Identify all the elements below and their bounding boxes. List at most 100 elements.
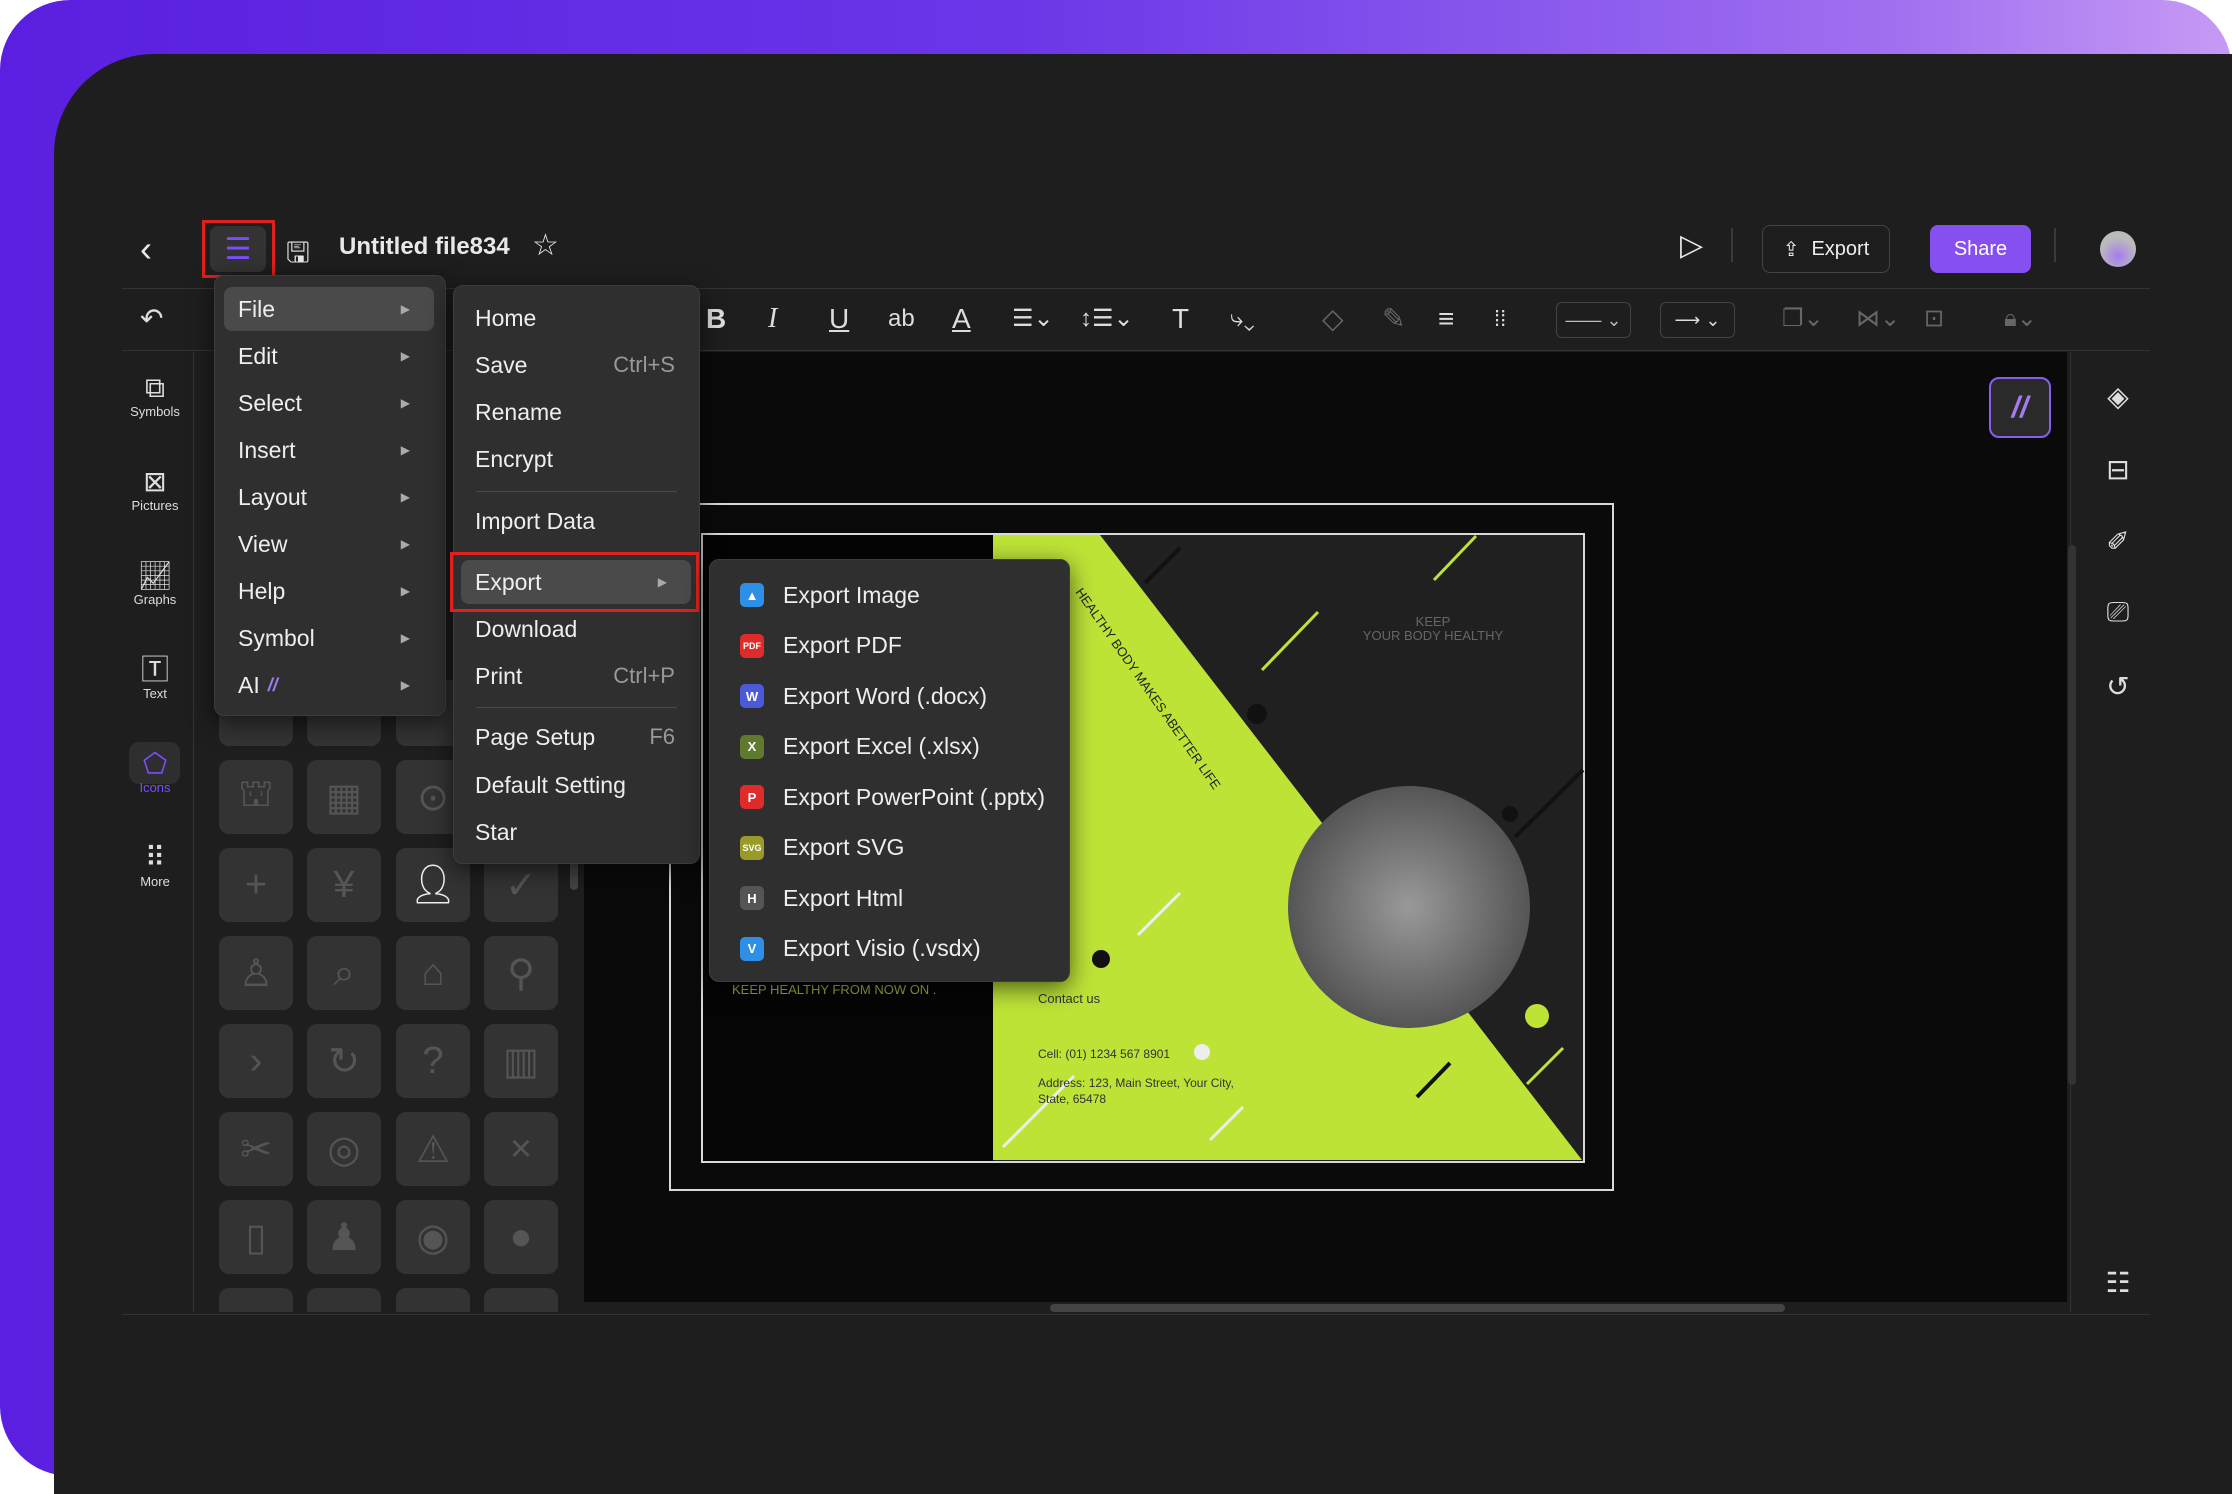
shortcut-label: F6 — [649, 724, 675, 749]
menu-item-label: Import Data — [475, 507, 596, 534]
menu-item-label: Rename — [475, 398, 562, 425]
cell-text: Cell: (01) 1234 567 8901 — [1038, 1047, 1170, 1061]
export-highlight-box — [450, 552, 699, 612]
menu-item-label: Export Excel (.xlsx) — [783, 733, 980, 759]
address-text: Address: 123, Main Street, Your City, — [1038, 1076, 1234, 1090]
ai-logo-icon: // — [2011, 390, 2029, 424]
menu-item-label: Export Visio (.vsdx) — [783, 935, 981, 961]
contact-text: Contact us — [1038, 991, 1101, 1006]
menu-item-label: Export PDF — [783, 632, 902, 658]
keep-text: KEEP — [1416, 614, 1451, 629]
file-menu-item-download[interactable]: Download — [454, 607, 699, 651]
export-image-icon: ▲ — [740, 583, 764, 607]
menu-item-label: Export Image — [783, 581, 920, 608]
settings-list-icon[interactable]: ☷ — [2102, 1266, 2134, 1299]
export-menu-item[interactable]: W Export Word (.docx) — [710, 674, 1069, 718]
export-excel-xlsx-icon: X — [740, 734, 764, 759]
deco-dot — [1502, 806, 1518, 822]
menu-item-label: Page Setup — [475, 723, 596, 750]
menu-item-label: Edit — [238, 342, 278, 369]
fill-bucket-icon[interactable]: ◈ — [2102, 380, 2134, 413]
gym-photo — [1288, 786, 1530, 1028]
submenu-arrow-icon: ▶ — [400, 678, 410, 692]
submenu-arrow-icon: ▶ — [400, 631, 410, 645]
menu-item-label: Star — [475, 818, 518, 845]
menu-item-label: Save — [475, 351, 528, 378]
file-menu-item-encrypt[interactable]: Encrypt — [454, 437, 699, 481]
menu-item-label: Help — [238, 577, 286, 604]
menu-item-layout[interactable]: Layout ▶ — [224, 475, 434, 519]
shortcut-label: Ctrl+P — [613, 663, 675, 688]
deco-dot — [1092, 950, 1110, 968]
menu-item-insert[interactable]: Insert ▶ — [224, 428, 434, 472]
theme-icon[interactable]: ✐ — [2102, 525, 2134, 558]
keep-healthy-text: KEEP HEALTHY FROM NOW ON . — [732, 982, 936, 997]
file-menu-item-star[interactable]: Star — [454, 810, 699, 854]
menu-item-label: Symbol — [238, 624, 315, 651]
export-menu-item[interactable]: V Export Visio (.vsdx) — [710, 927, 1069, 971]
menu-item-label: Encrypt — [475, 445, 553, 472]
menu-item-label: Export PowerPoint (.pptx) — [783, 783, 1046, 810]
menu-divider — [476, 491, 677, 492]
deco-dot — [1247, 704, 1267, 724]
export-menu-item[interactable]: H Export Html — [710, 876, 1069, 920]
menu-item-help[interactable]: Help ▶ — [224, 569, 434, 613]
export-menu-item[interactable]: ▲ Export Image — [710, 573, 1069, 617]
submenu-arrow-icon: ▶ — [400, 349, 410, 363]
menu-item-label: Select — [238, 389, 302, 416]
submenu-arrow-icon: ▶ — [400, 396, 410, 410]
menu-item-label: Download — [475, 615, 578, 642]
menu-item-label: File — [238, 295, 276, 322]
ai-assistant-button[interactable]: // — [1989, 377, 2051, 438]
menu-item-view[interactable]: View ▶ — [224, 522, 434, 566]
document-page[interactable]: HEALTHY BODY MAKES ABETTER LIFE KEEP YOU… — [0, 0, 2232, 1476]
submenu-arrow-icon: ▶ — [400, 584, 410, 598]
export-pdf-icon: PDF — [740, 633, 764, 658]
address-text: State, 65478 — [1038, 1092, 1106, 1106]
submenu-arrow-icon: ▶ — [400, 443, 410, 457]
export-submenu: ▲ Export Image PDF Export PDF W Export Word (… — [709, 559, 1070, 982]
menu-item-label: View — [238, 530, 288, 557]
export-visio-vsdx-icon: V — [740, 936, 764, 961]
export-menu-item[interactable]: PDF Export PDF — [710, 624, 1069, 668]
menu-divider — [476, 707, 677, 708]
page-settings-icon[interactable]: ⊟ — [2102, 453, 2134, 486]
export-menu-item[interactable]: X Export Excel (.xlsx) — [710, 725, 1069, 769]
menu-item-label: Export Word (.docx) — [783, 682, 988, 709]
submenu-arrow-icon: ▶ — [400, 490, 410, 504]
menu-item-ai[interactable]: AI // ▶ — [224, 663, 434, 707]
menu-item-label: Print — [475, 662, 523, 689]
file-menu-item-page-setup[interactable]: Page Setup F6 — [454, 715, 699, 759]
menu-item-label: Export SVG — [783, 834, 905, 860]
file-menu-item-home[interactable]: Home — [454, 296, 699, 340]
presentation-icon[interactable]: ⎚ — [2102, 596, 2134, 629]
export-word-docx-icon: W — [740, 684, 764, 708]
menu-item-label: AI — [238, 671, 260, 698]
menu-item-label: Home — [475, 304, 537, 331]
file-menu-item-save[interactable]: Save Ctrl+S — [454, 343, 699, 387]
file-menu-item-rename[interactable]: Rename — [454, 390, 699, 434]
menu-item-edit[interactable]: Edit ▶ — [224, 334, 434, 378]
menu-item-label: Insert — [238, 436, 296, 463]
export-menu-item[interactable]: P Export PowerPoint (.pptx) — [710, 775, 1069, 819]
export-html-icon: H — [740, 886, 764, 910]
export-menu-item[interactable]: SVG Export SVG — [710, 826, 1069, 870]
shortcut-label: Ctrl+S — [613, 352, 675, 377]
menu-item-file[interactable]: File ▶ — [224, 287, 434, 331]
deco-dot — [1525, 1004, 1549, 1028]
menu-item-label: Export Html — [783, 884, 904, 911]
deco-dot — [1194, 1044, 1210, 1060]
export-powerpoint-pptx-icon: P — [740, 785, 764, 809]
main-menu: File ▶ Edit ▶ Select ▶ Insert ▶ Layout ▶ View ▶ Help… — [214, 275, 446, 716]
history-icon[interactable]: ↺ — [2102, 670, 2134, 703]
submenu-arrow-icon: ▶ — [400, 537, 410, 551]
file-menu-item-print[interactable]: Print Ctrl+P — [454, 654, 699, 698]
your-body-text: YOUR BODY HEALTHY — [1363, 628, 1504, 643]
export-svg-icon: SVG — [740, 835, 764, 860]
menu-item-symbol[interactable]: Symbol ▶ — [224, 616, 434, 660]
menu-item-select[interactable]: Select ▶ — [224, 381, 434, 425]
file-menu-item-default-setting[interactable]: Default Setting — [454, 763, 699, 807]
menu-item-label: Default Setting — [475, 771, 626, 798]
menu-item-label: Layout — [238, 483, 308, 510]
file-menu-item-import-data[interactable]: Import Data — [454, 499, 699, 543]
